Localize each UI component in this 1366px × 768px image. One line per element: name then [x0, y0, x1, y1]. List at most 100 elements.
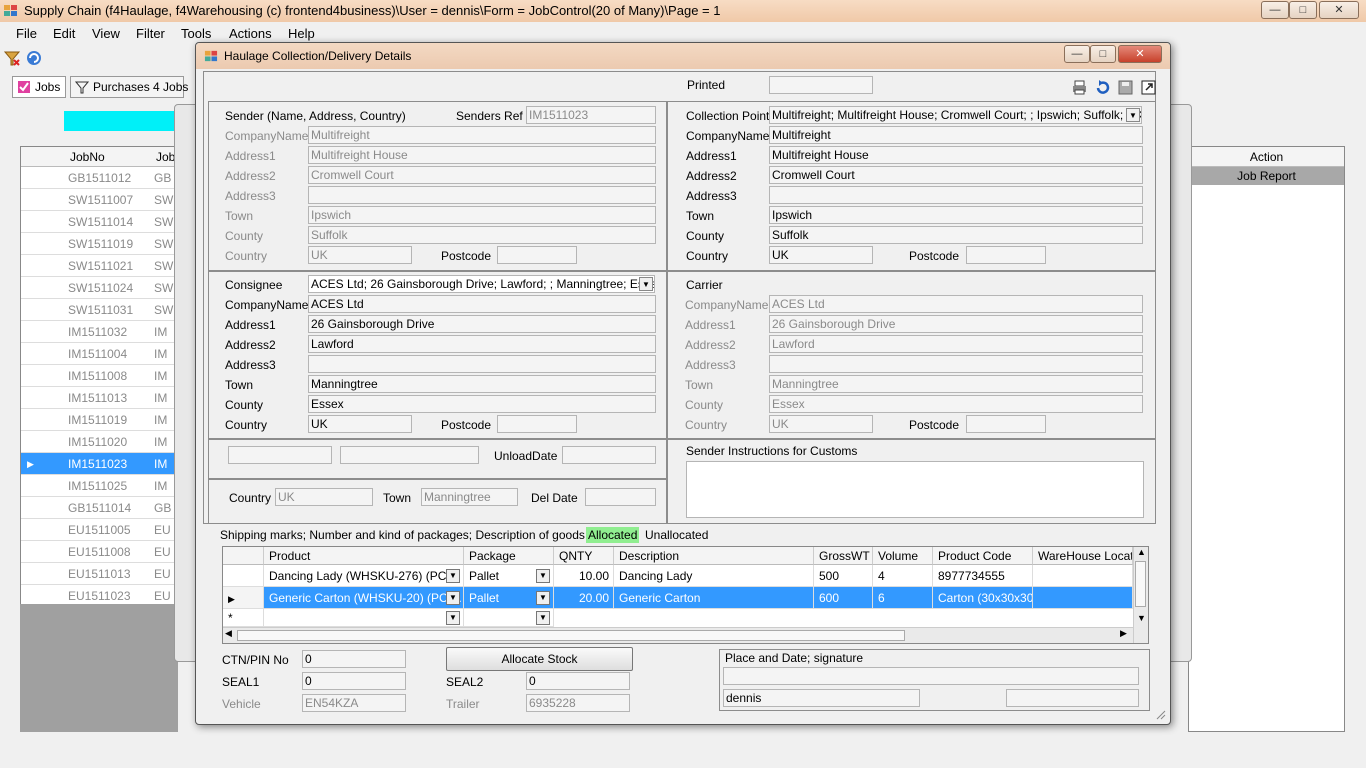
seal2-field[interactable]: 0 [526, 672, 630, 690]
product-cell[interactable]: Dancing Lady (WHSKU-276) (PC-... ▼ [264, 565, 464, 587]
table-row[interactable]: SW1511021 SW [21, 255, 179, 277]
product-column-header[interactable]: Volume [873, 547, 933, 565]
product-cell[interactable]: 600 [814, 587, 873, 609]
header-action[interactable]: Action [1189, 147, 1344, 167]
product-cell[interactable]: Pallet ▼ [464, 565, 554, 587]
table-row[interactable]: IM1511013 IM [21, 387, 179, 409]
seal1-field[interactable]: 0 [302, 672, 406, 690]
consignee-town-field[interactable]: Manningtree [308, 375, 656, 393]
resize-grip-icon[interactable] [1154, 708, 1166, 720]
product-column-header[interactable]: Package [464, 547, 554, 565]
consignee-postcode-field[interactable] [497, 415, 577, 433]
product-cell[interactable] [1033, 587, 1133, 609]
sender-address2-field[interactable]: Cromwell Court [308, 166, 656, 184]
senders-ref-field[interactable]: IM1511023 [526, 106, 656, 124]
table-row[interactable]: IM1511032 IM [21, 321, 179, 343]
table-row[interactable]: IM1511019 IM [21, 409, 179, 431]
signature-field[interactable]: dennis [723, 689, 920, 707]
filter-clear-icon[interactable] [3, 49, 21, 67]
menu-view[interactable]: View [92, 26, 120, 41]
product-column-header[interactable]: QNTY [554, 547, 614, 565]
vehicle-field[interactable]: EN54KZA [302, 694, 406, 712]
print-icon[interactable] [1072, 80, 1087, 95]
popout-icon[interactable] [1141, 80, 1156, 95]
collection-combo[interactable]: Multifreight; Multifreight House; Cromwe… [769, 106, 1142, 124]
delivery-country-field[interactable]: UK [275, 488, 373, 506]
chevron-down-icon[interactable]: ▼ [536, 569, 550, 583]
tab-jobs[interactable]: Jobs [12, 76, 66, 98]
table-row[interactable]: SW1511024 SW [21, 277, 179, 299]
product-column-header[interactable]: Product Code [933, 547, 1033, 565]
refresh-icon[interactable] [25, 49, 43, 67]
scroll-down-icon[interactable]: ▼ [1137, 613, 1146, 623]
collection-address2-field[interactable]: Cromwell Court [769, 166, 1143, 184]
trailer-field[interactable]: 6935228 [526, 694, 630, 712]
product-cell[interactable]: Generic Carton (WHSKU-20) (PC-... ▼ [264, 587, 464, 609]
sender-country-field[interactable]: UK [308, 246, 412, 264]
table-row[interactable]: IM1511025 IM [21, 475, 179, 497]
menu-tools[interactable]: Tools [181, 26, 211, 41]
new-product-row[interactable]: * ▼ ▼ [223, 609, 1133, 627]
menu-filter[interactable]: Filter [136, 26, 165, 41]
consignee-combo[interactable]: ACES Ltd; 26 Gainsborough Drive; Lawford… [308, 275, 655, 293]
signature-date-field[interactable] [1006, 689, 1139, 707]
unallocated-label[interactable]: Unallocated [645, 528, 708, 542]
sender-address1-field[interactable]: Multifreight House [308, 146, 656, 164]
menu-help[interactable]: Help [288, 26, 315, 41]
new-row-product[interactable]: ▼ [264, 609, 464, 627]
menu-file[interactable]: File [16, 26, 37, 41]
menu-edit[interactable]: Edit [53, 26, 75, 41]
product-cell[interactable]: 4 [873, 565, 933, 587]
header-jobno[interactable]: JobNo [70, 147, 105, 167]
collection-town-field[interactable]: Ipswich [769, 206, 1143, 224]
delivery-date-field[interactable] [585, 488, 656, 506]
row-selector[interactable]: ▶ [223, 587, 264, 609]
unload-field-2[interactable] [340, 446, 479, 464]
delivery-town-field[interactable]: Manningtree [421, 488, 518, 506]
table-row[interactable]: SW1511031 SW [21, 299, 179, 321]
table-row[interactable]: GB1511012 GB [21, 167, 179, 189]
product-column-header[interactable]: Product [264, 547, 464, 565]
table-row[interactable]: IM1511020 IM [21, 431, 179, 453]
carrier-address2-field[interactable]: Lawford [769, 335, 1143, 353]
consignee-address3-field[interactable] [308, 355, 656, 373]
sender-address3-field[interactable] [308, 186, 656, 204]
chevron-down-icon[interactable]: ▼ [446, 569, 460, 583]
product-cell[interactable]: 8977734555 [933, 565, 1033, 587]
product-cell[interactable]: Pallet ▼ [464, 587, 554, 609]
collection-country-field[interactable]: UK [769, 246, 873, 264]
product-cell[interactable]: 20.00 [554, 587, 614, 609]
carrier-address1-field[interactable]: 26 Gainsborough Drive [769, 315, 1143, 333]
carrier-address3-field[interactable] [769, 355, 1143, 373]
product-cell[interactable]: 6 [873, 587, 933, 609]
collection-county-field[interactable]: Suffolk [769, 226, 1143, 244]
table-row[interactable]: SW1511019 SW [21, 233, 179, 255]
maximize-button[interactable]: □ [1289, 1, 1317, 19]
chevron-down-icon[interactable]: ▼ [639, 277, 653, 291]
collection-company-field[interactable]: Multifreight [769, 126, 1143, 144]
horizontal-scrollbar[interactable]: ◀ ▶ [223, 627, 1133, 643]
new-row-package[interactable]: ▼ [464, 609, 554, 627]
product-cell[interactable]: Dancing Lady [614, 565, 814, 587]
product-cell[interactable]: 500 [814, 565, 873, 587]
chevron-down-icon[interactable]: ▼ [446, 591, 460, 605]
chevron-down-icon[interactable]: ▼ [536, 591, 550, 605]
table-row[interactable]: ▶ IM1511023 IM [21, 453, 179, 475]
chevron-down-icon[interactable]: ▼ [1126, 108, 1140, 122]
tab-purchases[interactable]: Purchases 4 Jobs [70, 76, 188, 98]
scroll-left-icon[interactable]: ◀ [225, 628, 232, 639]
table-row[interactable]: EU1511005 EU [21, 519, 179, 541]
consignee-company-field[interactable]: ACES Ltd [308, 295, 656, 313]
product-cell[interactable]: 10.00 [554, 565, 614, 587]
carrier-company-field[interactable]: ACES Ltd [769, 295, 1143, 313]
carrier-town-field[interactable]: Manningtree [769, 375, 1143, 393]
product-column-header[interactable]: WareHouse Locato [1033, 547, 1133, 565]
sender-company-field[interactable]: Multifreight [308, 126, 656, 144]
save-icon[interactable] [1118, 80, 1133, 95]
place-date-field[interactable] [723, 667, 1139, 685]
product-cell[interactable]: Generic Carton [614, 587, 814, 609]
table-row[interactable]: SW1511007 SW [21, 189, 179, 211]
row-selector[interactable] [223, 565, 264, 587]
table-row[interactable]: IM1511004 IM [21, 343, 179, 365]
consignee-country-field[interactable]: UK [308, 415, 412, 433]
